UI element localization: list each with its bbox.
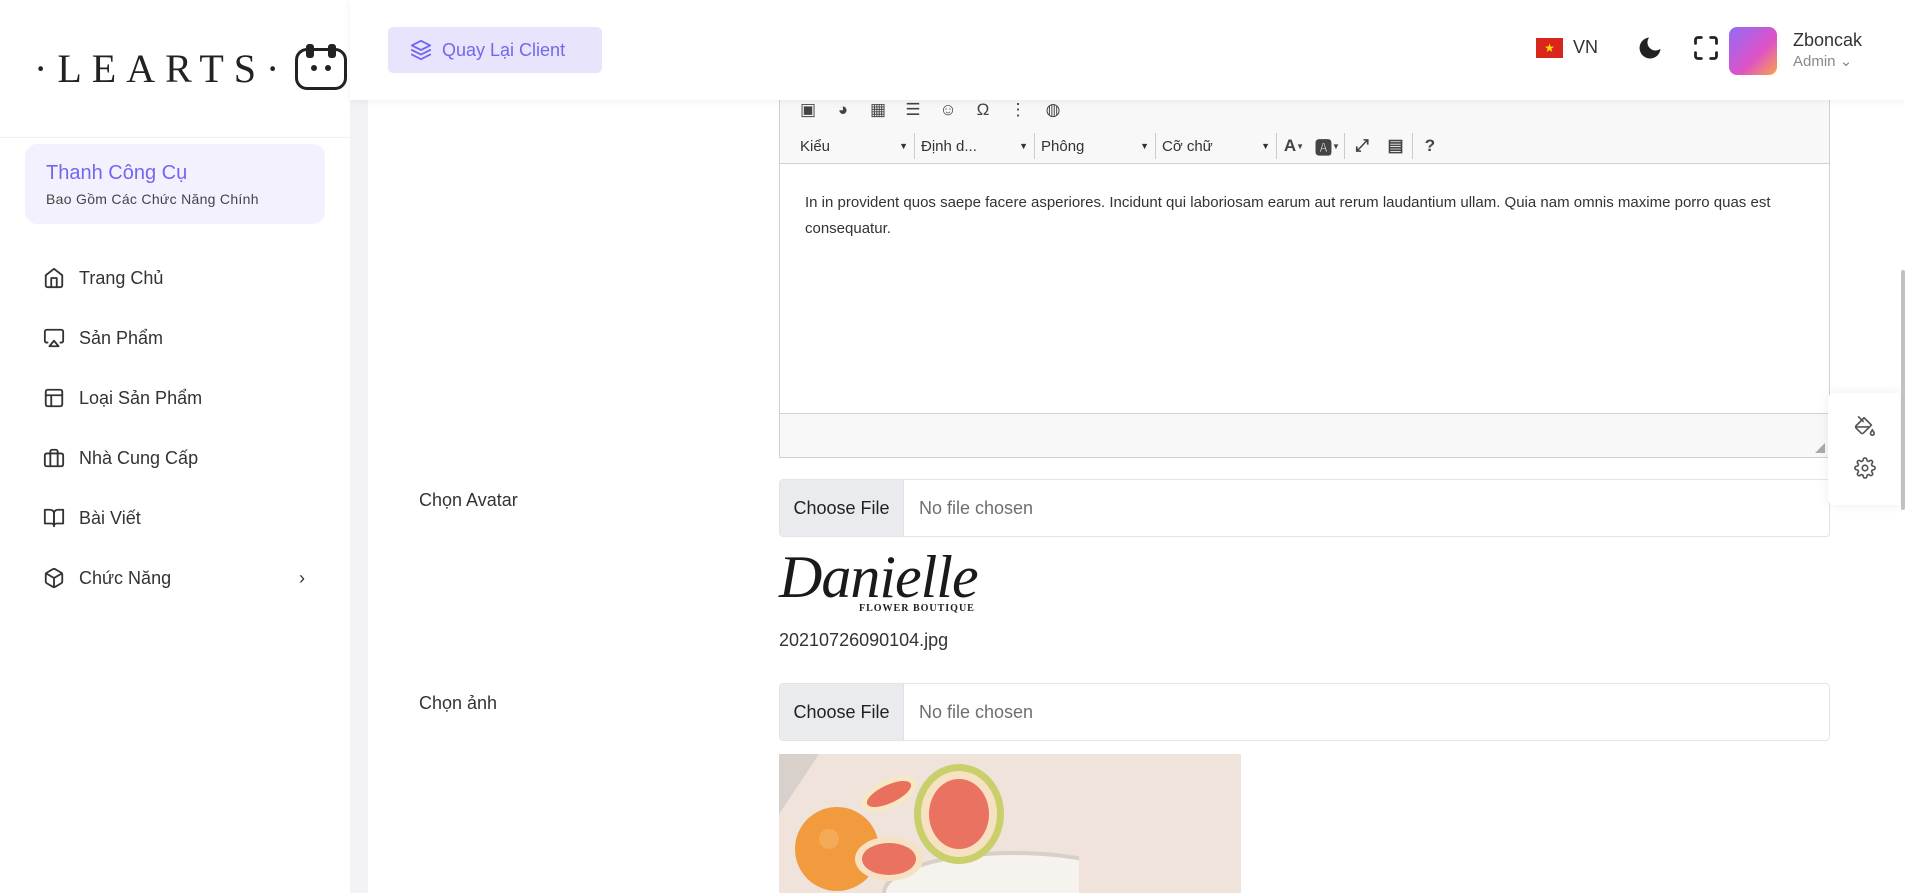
grapefruit-photo: [779, 754, 1241, 893]
gear-icon[interactable]: [1854, 457, 1876, 479]
maximize-icon[interactable]: ⤢: [1345, 133, 1379, 159]
bg-color-icon[interactable]: 🅰 ▼: [1311, 133, 1345, 159]
moon-icon[interactable]: [1636, 34, 1664, 62]
sidebar-item-label: Loại Sản Phẩm: [79, 387, 203, 408]
topbar: Quay Lại Client ★ VN Zboncak Admin ⌄: [350, 0, 1905, 100]
briefcase-icon: [43, 448, 65, 468]
logo[interactable]: ·LEARTS·: [0, 0, 350, 138]
logo-text: ·LEARTS·: [34, 46, 290, 91]
editor-content[interactable]: In in provident quos saepe facere asperi…: [780, 163, 1829, 414]
page-break-icon[interactable]: ⋮: [1006, 99, 1030, 121]
resize-grip-icon[interactable]: [1815, 443, 1825, 453]
sidebar-item-posts[interactable]: Bài Viết: [0, 488, 350, 548]
table-icon[interactable]: ▦: [866, 99, 890, 121]
avatar-preview-script: Danielle: [779, 544, 979, 610]
layout-icon: [44, 388, 64, 408]
image-file-input[interactable]: Choose File No file chosen: [779, 683, 1830, 741]
fullscreen-icon[interactable]: [1692, 34, 1720, 62]
chevron-down-icon: ⌄: [1839, 53, 1853, 70]
sidebar-item-label: Trang Chủ: [79, 267, 164, 288]
theme-customizer: [1828, 393, 1900, 505]
font-combo-label: Phông: [1041, 137, 1085, 155]
font-size-combo-label: Cỡ chữ: [1162, 137, 1213, 155]
sidebar-item-home[interactable]: Trang Chủ: [0, 248, 350, 308]
box-icon: [44, 567, 64, 589]
vietnam-flag-icon: ★: [1536, 37, 1563, 58]
image-field-label: Chọn ảnh: [419, 693, 498, 713]
back-to-client-label: Quay Lại Client: [442, 39, 566, 60]
airplay-icon: [43, 328, 65, 348]
rich-text-editor[interactable]: ▣ ◕ ▦ ☰ ☺ Ω ⋮ ◍ Kiểu ▼ Định d... ▼ Phông ▼ …: [779, 78, 1830, 458]
sidebar-promo: Thanh Công Cụ Bao Gồm Các Chức Năng Chín…: [25, 144, 325, 224]
format-combo[interactable]: Định d... ▼: [915, 133, 1035, 159]
book-open-icon: [43, 508, 65, 528]
logo-mark-icon: [295, 43, 348, 90]
user-role: Admin: [1793, 53, 1836, 70]
special-char-icon[interactable]: Ω: [971, 99, 995, 121]
sidebar-item-products[interactable]: Sản Phẩm: [0, 308, 350, 368]
layers-icon: [410, 39, 432, 61]
sidebar-item-categories[interactable]: Loại Sản Phẩm: [0, 368, 350, 428]
promo-subtitle: Bao Gồm Các Chức Năng Chính: [46, 191, 259, 207]
content-card: ▣ ◕ ▦ ☰ ☺ Ω ⋮ ◍ Kiểu ▼ Định d... ▼ Phông ▼ …: [368, 78, 1905, 893]
chevron-right-icon: ›: [299, 567, 305, 588]
text-color-icon[interactable]: A ▼: [1277, 133, 1311, 159]
page-scrollbar[interactable]: [1901, 270, 1905, 510]
avatar-file-input[interactable]: Choose File No file chosen: [779, 479, 1830, 537]
image-choose-file-button[interactable]: Choose File: [780, 684, 904, 740]
avatar-preview-sub: FLOWER BOUTIQUE: [859, 603, 975, 614]
sidebar-item-label: Chức Năng: [79, 567, 172, 588]
home-icon: [44, 267, 64, 289]
help-icon[interactable]: ?: [1413, 133, 1447, 159]
sidebar-menu: Trang Chủ Sản Phẩm Loại Sản Phẩm Nhà Cun…: [0, 248, 350, 608]
sidebar: ·LEARTS· Thanh Công Cụ Bao Gồm Các Chức …: [0, 0, 350, 893]
format-combo-label: Định d...: [921, 137, 977, 155]
user-role-dropdown[interactable]: Admin ⌄: [1793, 52, 1852, 70]
horizontal-line-icon[interactable]: ☰: [901, 99, 925, 121]
language-selector[interactable]: ★ VN: [1536, 37, 1598, 58]
avatar[interactable]: [1729, 27, 1777, 75]
user-name[interactable]: Zboncak: [1793, 30, 1862, 51]
paint-bucket-icon[interactable]: [1854, 415, 1876, 437]
style-combo[interactable]: Kiểu ▼: [794, 133, 915, 159]
image-icon[interactable]: ▣: [796, 99, 820, 121]
font-size-combo[interactable]: Cỡ chữ ▼: [1156, 133, 1277, 159]
sidebar-item-label: Sản Phẩm: [79, 327, 164, 348]
sidebar-item-suppliers[interactable]: Nhà Cung Cấp: [0, 428, 350, 488]
back-to-client-button[interactable]: Quay Lại Client: [388, 27, 602, 73]
language-code: VN: [1573, 37, 1599, 57]
editor-toolbar-row-2: Kiểu ▼ Định d... ▼ Phông ▼ Cỡ chữ ▼ A ▼ 🅰 ▼ ⤢ …: [780, 129, 1829, 163]
sidebar-item-label: Bài Viết: [79, 507, 141, 528]
avatar-filename: 20210726090104.jpg: [779, 630, 949, 650]
flash-icon[interactable]: ◕: [831, 99, 855, 121]
sidebar-item-functions[interactable]: Chức Năng ›: [0, 548, 350, 608]
avatar-no-file-text: No file chosen: [919, 497, 1034, 518]
promo-title: Thanh Công Cụ: [46, 162, 188, 184]
avatar-choose-file-button[interactable]: Choose File: [780, 480, 904, 536]
avatar-field-label: Chọn Avatar: [419, 490, 518, 510]
editor-content-text: In in provident quos saepe facere asperi…: [805, 194, 1771, 237]
image-no-file-text: No file chosen: [919, 701, 1034, 722]
product-image-preview: [779, 754, 1241, 893]
avatar-preview-image: Danielle FLOWER BOUTIQUE: [779, 547, 979, 627]
font-combo[interactable]: Phông ▼: [1035, 133, 1156, 159]
smiley-icon[interactable]: ☺: [936, 99, 960, 121]
show-blocks-icon[interactable]: ▤: [1379, 133, 1413, 159]
style-combo-label: Kiểu: [800, 137, 831, 155]
sidebar-item-label: Nhà Cung Cấp: [79, 447, 199, 468]
iframe-globe-icon[interactable]: ◍: [1041, 99, 1065, 121]
